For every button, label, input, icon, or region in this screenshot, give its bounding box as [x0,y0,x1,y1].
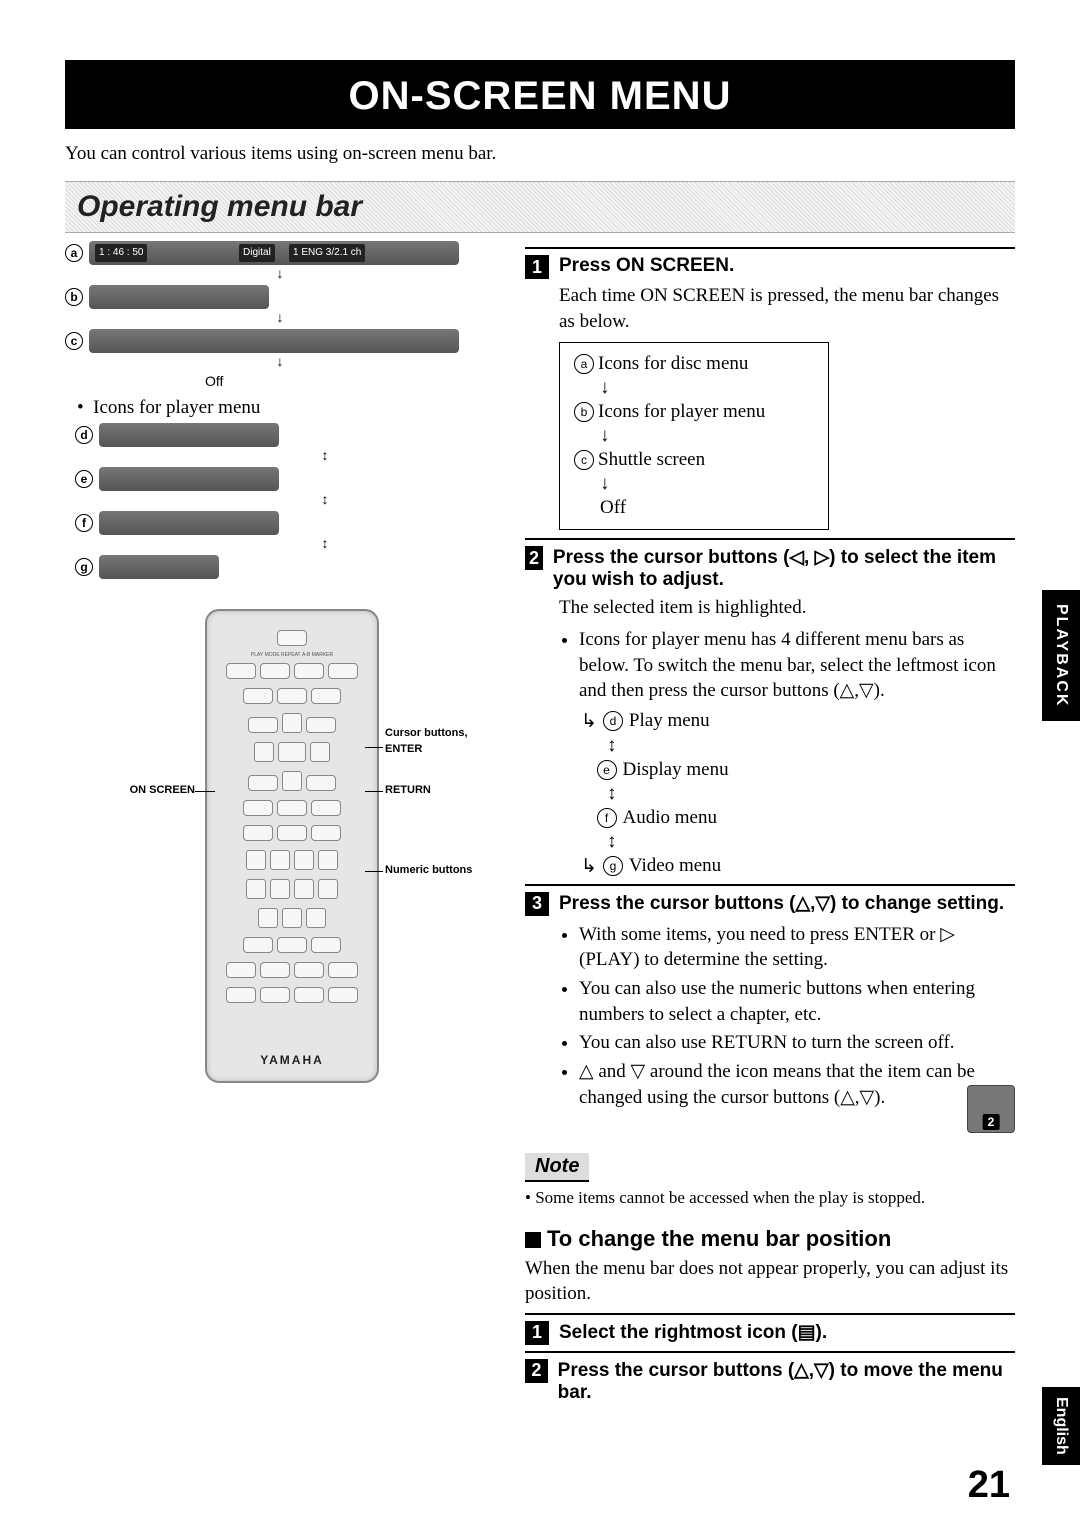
change-step-2-icon: 2 [525,1359,548,1383]
callout-enter: ENTER [385,743,422,755]
disc-menu-bar: 1 : 46 : 50 Digital 1 ENG 3/2.1 ch [89,241,459,265]
change-position-body: When the menu bar does not appear proper… [525,1256,1015,1307]
remote-illustration: PLAY MODE REPEAT A-B MARKER [205,609,379,1083]
step-2-bullet: Icons for player menu has 4 different me… [579,627,1015,704]
step-1-icon: 1 [525,255,549,279]
change-step-2: Press the cursor buttons (△,▽) to move t… [558,1359,1015,1404]
off-label: Off [205,373,495,389]
digital-seg: Digital [239,244,275,262]
page-title: ON-SCREEN MENU [65,60,1015,129]
section-heading: Operating menu bar [65,181,1015,233]
step-3-bullet-3: You can also use RETURN to turn the scre… [579,1030,1015,1056]
step-3-bullet-4: △ and ▽ around the icon means that the i… [579,1059,1015,1110]
down-arrow-icon: ↓ [65,355,495,371]
page-number: 21 [968,1464,1010,1507]
note-heading: Note [525,1153,589,1182]
callout-numeric: Numeric buttons [385,864,472,876]
change-position-heading: To change the menu bar position [525,1226,1015,1252]
step-2-icon: 2 [525,546,543,570]
label-e: e [75,470,93,488]
label-g: g [75,558,93,576]
tab-english: English [1042,1387,1080,1465]
down-arrow-icon: ↓ [65,267,495,283]
player-menu-bar [89,285,269,309]
callout-return: RETURN [385,784,431,796]
callout-on-screen: ON SCREEN [65,784,195,796]
play-menu-bar [99,423,279,447]
shuttle-bar [89,329,459,353]
label-f: f [75,514,93,532]
step-3-heading: Press the cursor buttons (△,▽) to change… [559,892,1004,916]
example-icon [967,1085,1015,1133]
callout-cursor: Cursor buttons, [385,727,468,739]
updown-arrow-icon: ↕ [155,449,495,465]
label-a: a [65,244,83,262]
step-3-bullet-1: With some items, you need to press ENTER… [579,922,1015,973]
updown-arrow-icon: ↕ [155,537,495,553]
brand-label: YAMAHA [207,1053,377,1067]
label-c: c [65,332,83,350]
step-3-icon: 3 [525,892,549,916]
submenu-cycle-box: ↳ dPlay menu ↕ eDisplay menu ↕ fAudio me… [581,710,1015,878]
updown-arrow-icon: ↕ [155,493,495,509]
audio-seg: 1 ENG 3/2.1 ch [289,244,365,262]
audio-menu-bar [99,511,279,535]
step-1-heading: Press ON SCREEN. [559,255,734,279]
tab-playback: PLAYBACK [1042,590,1080,721]
player-icons-heading: • Icons for player menu [77,397,495,419]
label-b: b [65,288,83,306]
display-menu-bar [99,467,279,491]
step-2-body: The selected item is highlighted. [559,595,1015,621]
note-text: • Some items cannot be accessed when the… [525,1188,1015,1208]
intro-text: You can control various items using on-s… [65,143,1015,165]
down-arrow-icon: ↓ [65,311,495,327]
step-2-heading: Press the cursor buttons (◁, ▷) to selec… [553,546,1015,591]
change-step-1-icon: 1 [525,1321,549,1345]
step-1-body: Each time ON SCREEN is pressed, the menu… [559,283,1015,334]
label-d: d [75,426,93,444]
menu-cycle-box: aIcons for disc menu ↓ bIcons for player… [559,342,829,530]
change-step-1: Select the rightmost icon (▤). [559,1321,827,1345]
time-seg: 1 : 46 : 50 [95,244,147,262]
video-menu-bar [99,555,219,579]
step-3-bullet-2: You can also use the numeric buttons whe… [579,976,1015,1027]
